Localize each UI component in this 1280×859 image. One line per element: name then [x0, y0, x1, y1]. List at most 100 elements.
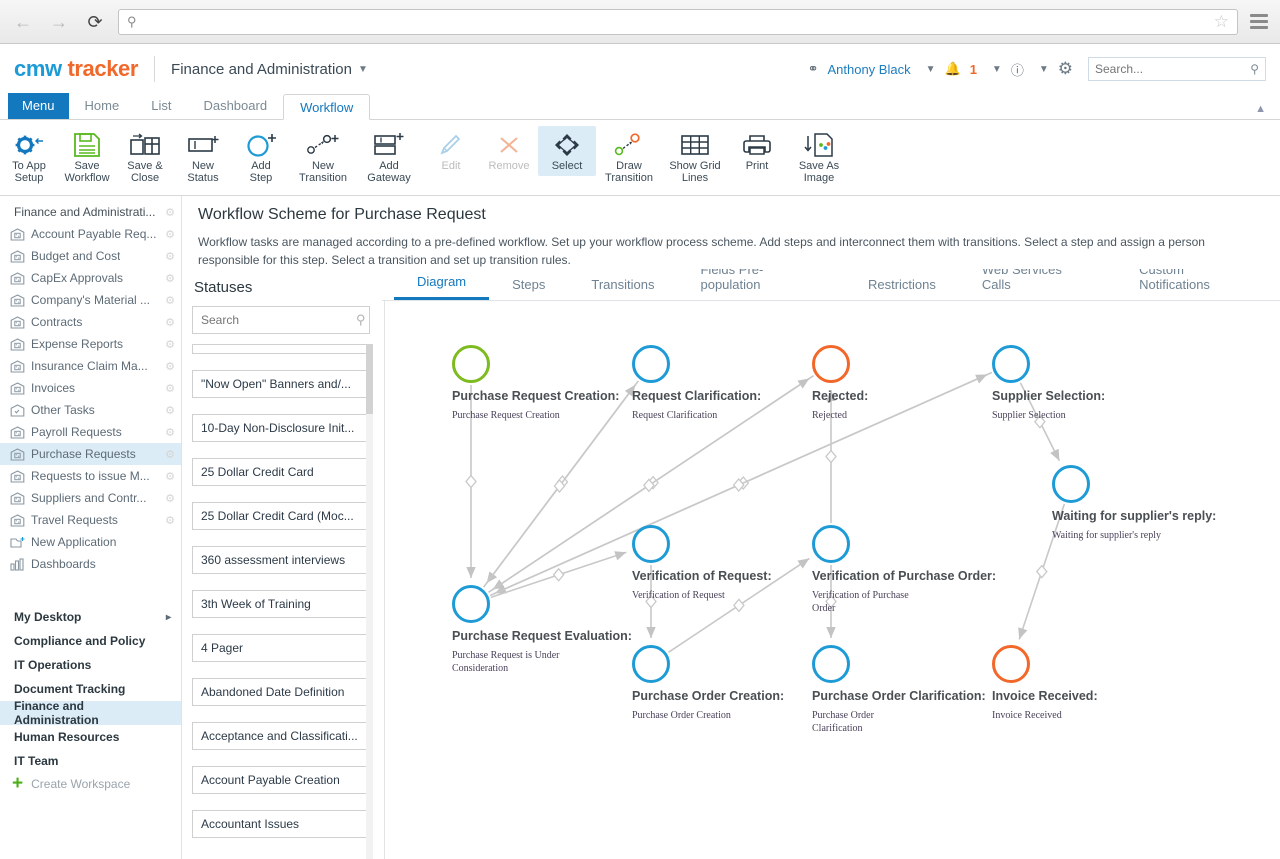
transition-handle[interactable]: [465, 474, 477, 489]
gear-icon[interactable]: ⚙: [165, 470, 175, 483]
statuses-scrollbar[interactable]: [366, 344, 373, 859]
node-circle[interactable]: [992, 345, 1030, 383]
help-chevron-down-icon[interactable]: ▼: [1039, 64, 1049, 75]
new-status-button[interactable]: New Status: [174, 126, 232, 184]
workspace-item-human-resources[interactable]: Human Resources: [0, 725, 181, 749]
node-circle[interactable]: [632, 345, 670, 383]
gear-icon[interactable]: ⚙: [165, 514, 175, 527]
workspace-item-document-tracking[interactable]: Document Tracking: [0, 677, 181, 701]
collapse-ribbon-icon[interactable]: ▲: [1255, 103, 1266, 115]
node-circle[interactable]: [992, 645, 1030, 683]
tab-restrictions[interactable]: Restrictions: [845, 277, 959, 300]
star-icon[interactable]: ☆: [1214, 12, 1229, 32]
status-list-item[interactable]: "Now Open" Banners and/...: [192, 370, 370, 398]
add-step-button[interactable]: Add Step: [232, 126, 290, 184]
node-circle[interactable]: [1052, 465, 1090, 503]
sidebar-item-capex-approvals[interactable]: CapEx Approvals ⚙: [0, 267, 181, 289]
sidebar-item-invoices[interactable]: Invoices ⚙: [0, 377, 181, 399]
select-button[interactable]: Select: [538, 126, 596, 176]
status-list-item[interactable]: 25 Dollar Credit Card (Moc...: [192, 502, 370, 530]
sidebar-item-new-application[interactable]: New Application: [0, 531, 181, 553]
tab-dashboard[interactable]: Dashboard: [187, 93, 283, 119]
gear-icon[interactable]: ⚙: [165, 316, 175, 329]
header-search[interactable]: ⚲: [1088, 57, 1266, 81]
url-input[interactable]: [142, 14, 1208, 29]
gear-icon[interactable]: ⚙: [165, 492, 175, 505]
header-search-input[interactable]: [1095, 62, 1251, 76]
node-circle[interactable]: [812, 345, 850, 383]
sidebar-item-other-tasks[interactable]: Other Tasks ⚙: [0, 399, 181, 421]
gear-icon[interactable]: ⚙: [165, 294, 175, 307]
gear-icon[interactable]: ⚙: [165, 338, 175, 351]
reload-icon[interactable]: ⟳: [82, 9, 108, 35]
gear-icon[interactable]: ⚙: [165, 448, 175, 461]
transition-handle[interactable]: [825, 449, 837, 464]
draw-transition-button[interactable]: Draw Transition: [596, 126, 662, 184]
status-list-item[interactable]: 360 assessment interviews: [192, 546, 370, 574]
user-chevron-down-icon[interactable]: ▼: [926, 64, 936, 75]
gear-icon[interactable]: ⚙: [165, 206, 175, 219]
tab-transitions[interactable]: Transitions: [568, 277, 677, 300]
gear-icon[interactable]: ⚙: [165, 404, 175, 417]
workspace-item-it-operations[interactable]: IT Operations: [0, 653, 181, 677]
gear-icon[interactable]: ⚙: [165, 360, 175, 373]
sidebar-item-dashboards[interactable]: Dashboards: [0, 553, 181, 575]
workspace-item-finance-and-administration[interactable]: Finance and Administration: [0, 699, 181, 727]
print-button[interactable]: Print: [728, 126, 786, 172]
app-logo[interactable]: cmw tracker: [14, 56, 138, 82]
node-circle[interactable]: [632, 525, 670, 563]
tab-custom-notifications[interactable]: Custom Notifications: [1116, 269, 1280, 300]
url-bar[interactable]: ⚲ ☆: [118, 8, 1238, 35]
workspace-item-compliance-and-policy[interactable]: Compliance and Policy: [0, 629, 181, 653]
sidebar-item-account-payable-req[interactable]: Account Payable Req... ⚙: [0, 223, 181, 245]
bell-chevron-down-icon[interactable]: ▼: [992, 64, 1002, 75]
node-circle[interactable]: [452, 345, 490, 383]
tab-home[interactable]: Home: [69, 93, 136, 119]
tab-fields-pre-population[interactable]: Fields Pre-population: [677, 269, 844, 300]
status-list-item[interactable]: Acceptance and Classificati...: [192, 722, 370, 750]
status-list-item[interactable]: 4 Pager: [192, 634, 370, 662]
create-workspace-button[interactable]: + Create Workspace: [0, 773, 181, 793]
statuses-search-input[interactable]: [201, 313, 356, 327]
user-name-link[interactable]: Anthony Black: [827, 62, 910, 77]
tab-menu[interactable]: Menu: [8, 93, 69, 119]
workspace-item-it-team[interactable]: IT Team: [0, 749, 181, 773]
status-list-item[interactable]: 25 Dollar Credit Card: [192, 458, 370, 486]
save-workflow-button[interactable]: Save Workflow: [58, 126, 116, 184]
tab-steps[interactable]: Steps: [489, 277, 568, 300]
tab-workflow[interactable]: Workflow: [283, 94, 371, 120]
tab-list[interactable]: List: [135, 93, 187, 119]
forward-arrow-icon[interactable]: →: [46, 9, 72, 35]
tab-web-services-calls[interactable]: Web Services Calls: [959, 269, 1116, 300]
gear-icon[interactable]: ⚙: [165, 426, 175, 439]
show-grid-lines-button[interactable]: Show Grid Lines: [662, 126, 728, 184]
chevron-right-icon[interactable]: ▸: [166, 612, 171, 623]
back-arrow-icon[interactable]: ←: [10, 9, 36, 35]
remove-button[interactable]: Remove: [480, 126, 538, 172]
tab-diagram[interactable]: Diagram: [394, 274, 490, 300]
sidebar-item-contracts[interactable]: Contracts ⚙: [0, 311, 181, 333]
search-icon[interactable]: ⚲: [1250, 62, 1259, 76]
save-as-image-button[interactable]: Save As Image: [786, 126, 852, 184]
workspace-item-my-desktop[interactable]: My Desktop ▸: [0, 605, 181, 629]
node-circle[interactable]: [812, 525, 850, 563]
sidebar-item-suppliers-and-contr[interactable]: Suppliers and Contr... ⚙: [0, 487, 181, 509]
sidebar-item-requests-to-issue-m[interactable]: Requests to issue M... ⚙: [0, 465, 181, 487]
status-list-item[interactable]: 3th Week of Training: [192, 590, 370, 618]
gear-icon[interactable]: ⚙: [165, 272, 175, 285]
status-list-item[interactable]: Accountant Issues: [192, 810, 370, 838]
gear-icon[interactable]: ⚙: [165, 250, 175, 263]
sidebar-item-company-s-material[interactable]: Company's Material ... ⚙: [0, 289, 181, 311]
sidebar-item-payroll-requests[interactable]: Payroll Requests ⚙: [0, 421, 181, 443]
node-circle[interactable]: [632, 645, 670, 683]
sidebar-item-insurance-claim-ma[interactable]: Insurance Claim Ma... ⚙: [0, 355, 181, 377]
bell-icon[interactable]: 🔔: [945, 61, 961, 77]
sidebar-item-expense-reports[interactable]: Expense Reports ⚙: [0, 333, 181, 355]
gear-icon[interactable]: ⚙: [165, 228, 175, 241]
hamburger-icon[interactable]: [1248, 14, 1270, 29]
to-app-setup-button[interactable]: To App Setup: [0, 126, 58, 184]
sidebar-item-purchase-requests[interactable]: Purchase Requests ⚙: [0, 443, 181, 465]
sidebar-item-budget-and-cost[interactable]: Budget and Cost ⚙: [0, 245, 181, 267]
save-and-close-button[interactable]: Save & Close: [116, 126, 174, 184]
statuses-search[interactable]: ⚲: [192, 306, 370, 334]
